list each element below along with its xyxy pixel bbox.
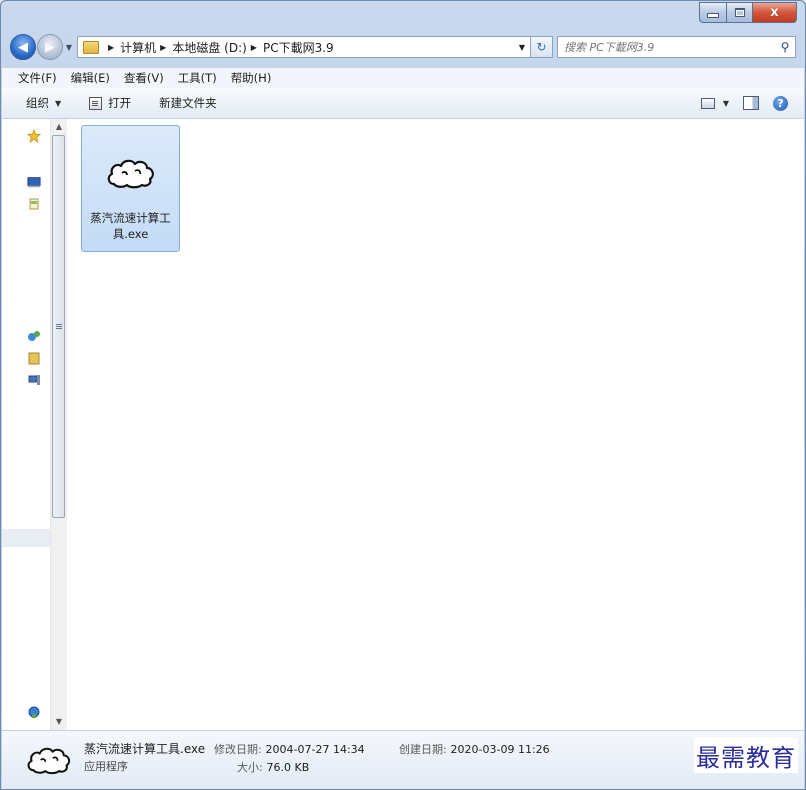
new-folder-button[interactable]: 新建文件夹: [159, 95, 217, 111]
back-button[interactable]: ◀: [10, 34, 36, 60]
forward-button[interactable]: ▶: [37, 34, 63, 60]
folder-icon: [83, 40, 99, 54]
search-box[interactable]: ⚲: [557, 36, 796, 58]
chevron-down-icon: ▼: [518, 42, 526, 52]
size-value: 76.0 KB: [266, 761, 310, 774]
maximize-button[interactable]: [727, 2, 753, 23]
refresh-icon: ↻: [536, 40, 547, 54]
breadcrumb-current-folder[interactable]: PC下載网3.9: [263, 39, 334, 56]
arrow-left-icon: ◀: [18, 39, 28, 55]
change-view-button[interactable]: ▼: [700, 97, 729, 109]
organize-label: 组织: [26, 96, 49, 110]
chevron-down-icon: ▼: [722, 98, 729, 108]
search-input[interactable]: [558, 39, 775, 55]
menu-edit[interactable]: 编辑(E): [71, 70, 110, 86]
navigation-row: ◀ ▶ ▼ ▶ 计算机 ▶ 本地磁盘 (D:) ▶ PC下載网3.9 ▼ ↻ ⚲: [10, 34, 796, 60]
size-label: 大小:: [237, 761, 263, 774]
file-list[interactable]: 蒸汽流速计算工具.exe: [67, 119, 804, 730]
network-icon[interactable]: [27, 705, 41, 719]
libraries-icon[interactable]: [27, 351, 41, 365]
computer-icon[interactable]: [27, 373, 41, 387]
command-bar: 组织 ▼ 打开 新建文件夹 ▼ ?: [2, 88, 804, 119]
breadcrumb-arrow-icon[interactable]: ▶: [251, 43, 257, 52]
watermark: 最需教育: [694, 738, 798, 773]
breadcrumb-drive-d[interactable]: 本地磁盘 (D:): [172, 39, 246, 56]
details-file-name: 蒸汽流速计算工具.exe: [84, 742, 206, 756]
search-icon[interactable]: ⚲: [775, 40, 795, 54]
refresh-button[interactable]: ↻: [531, 36, 553, 58]
nav-scrollbar[interactable]: ▲ ▼: [50, 119, 67, 730]
open-icon: [89, 96, 103, 110]
menu-file[interactable]: 文件(F): [18, 70, 57, 86]
maximize-icon: [734, 8, 745, 17]
explorer-window: x ◀ ▶ ▼ ▶ 计算机 ▶ 本地磁盘 (D:) ▶ PC下載网3.9 ▼ ↻…: [0, 0, 806, 790]
recent-pages-dropdown[interactable]: ▼: [63, 43, 75, 52]
details-created: 创建日期: 2020-03-09 11:26: [399, 741, 550, 757]
menu-help[interactable]: 帮助(H): [231, 70, 272, 86]
favorites-star-icon[interactable]: [27, 129, 41, 143]
scroll-thumb[interactable]: [52, 135, 65, 518]
menu-view[interactable]: 查看(V): [124, 70, 164, 86]
arrow-right-icon: ▶: [45, 39, 55, 55]
open-label: 打开: [108, 96, 132, 110]
created-value: 2020-03-09 11:26: [450, 743, 550, 756]
created-label: 创建日期:: [399, 743, 447, 756]
modified-label: 修改日期:: [214, 743, 262, 756]
chevron-down-icon: ▼: [55, 98, 62, 108]
minimize-button[interactable]: [699, 2, 727, 23]
preview-pane-button[interactable]: [743, 96, 759, 110]
details-modified: 修改日期: 2004-07-27 14:34: [214, 741, 365, 757]
breadcrumb-arrow-icon[interactable]: ▶: [108, 43, 114, 52]
nav-selection-band: [2, 529, 50, 547]
scroll-down-icon[interactable]: ▼: [51, 714, 67, 730]
breadcrumb-computer[interactable]: 计算机: [120, 39, 156, 56]
view-icon: [700, 97, 715, 109]
address-dropdown[interactable]: ▼: [514, 43, 530, 52]
file-name: 蒸汽流速计算工具.exe: [90, 211, 171, 241]
breadcrumb: ▶ 计算机 ▶ 本地磁盘 (D:) ▶ PC下載网3.9: [104, 39, 334, 56]
chevron-down-icon: ▼: [65, 42, 73, 52]
cloud-app-icon: [107, 159, 154, 189]
file-item-selected[interactable]: 蒸汽流速计算工具.exe: [81, 125, 180, 252]
menu-bar: 文件(F) 编辑(E) 查看(V) 工具(T) 帮助(H): [2, 67, 804, 88]
help-icon[interactable]: ?: [773, 95, 788, 111]
modified-value: 2004-07-27 14:34: [265, 743, 365, 756]
breadcrumb-arrow-icon[interactable]: ▶: [160, 43, 166, 52]
details-pane: 蒸汽流速计算工具.exe 应用程序 修改日期: 2004-07-27 14:34…: [2, 730, 804, 789]
address-bar[interactable]: ▶ 计算机 ▶ 本地磁盘 (D:) ▶ PC下載网3.9 ▼: [77, 36, 531, 58]
close-button[interactable]: x: [753, 2, 797, 23]
new-folder-label: 新建文件夹: [159, 96, 217, 110]
menu-tools[interactable]: 工具(T): [178, 70, 217, 86]
details-file-type: 应用程序: [84, 760, 128, 773]
minimize-icon: [707, 13, 719, 18]
homegroup-icon[interactable]: [27, 329, 41, 343]
recent-places-icon[interactable]: [27, 197, 41, 211]
scroll-grip: [56, 324, 62, 325]
details-size: 大小: 76.0 KB: [237, 759, 309, 775]
desktop-icon[interactable]: [27, 175, 41, 189]
command-bar-right: ▼ ?: [700, 95, 788, 111]
caption-buttons: x: [699, 2, 797, 23]
cloud-app-icon: [27, 747, 71, 775]
navigation-pane: ▲ ▼: [2, 119, 67, 730]
close-icon: x: [770, 5, 779, 20]
open-button[interactable]: 打开: [89, 95, 131, 111]
scroll-up-icon[interactable]: ▲: [51, 119, 67, 135]
organize-button[interactable]: 组织 ▼: [26, 95, 61, 111]
